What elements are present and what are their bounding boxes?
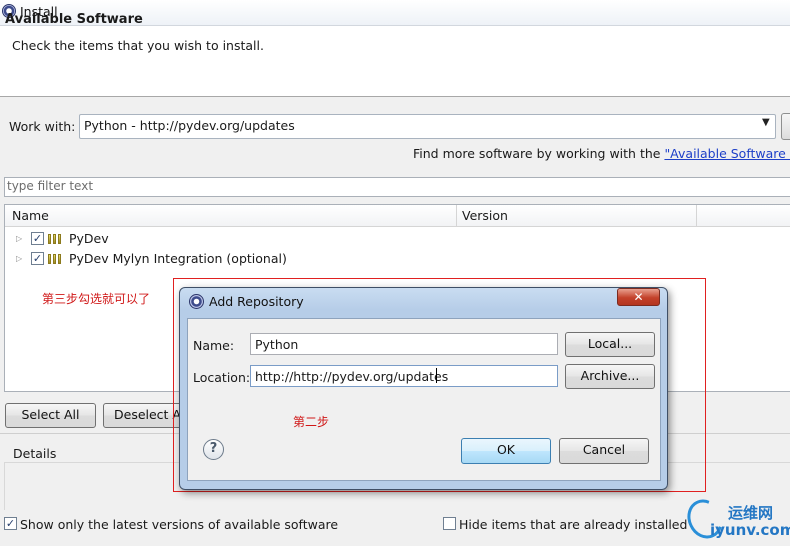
tree-row-label[interactable]: PyDev [69, 231, 109, 246]
cancel-button[interactable]: Cancel [559, 438, 649, 464]
location-label: Location: [193, 370, 251, 385]
available-software-sites-link[interactable]: "Available Software Sites [664, 146, 790, 161]
eclipse-dialog-icon [189, 294, 204, 309]
filter-input[interactable] [4, 177, 790, 197]
expand-arrow-icon[interactable]: ▷ [16, 234, 22, 243]
help-icon[interactable]: ? [203, 439, 224, 460]
name-input-value[interactable]: Python [255, 337, 298, 352]
column-header-version[interactable]: Version [462, 208, 508, 223]
annotation-step3: 第三步勾选就可以了 [42, 292, 151, 306]
wizard-header [0, 26, 790, 96]
dropdown-arrow-icon[interactable]: ▼ [762, 117, 770, 128]
watermark-text: 运维网 [728, 504, 774, 522]
hide-installed-checkbox[interactable] [443, 517, 456, 530]
page-title: Available Software [5, 12, 143, 27]
watermark-url: iyunv.com [710, 521, 790, 539]
archive-button[interactable]: Archive... [565, 364, 655, 389]
ok-button[interactable]: OK [461, 438, 551, 464]
pydev-mylyn-checkbox[interactable]: ✓ [31, 252, 44, 265]
hide-installed-label[interactable]: Hide items that are already installed [459, 517, 687, 532]
work-with-value[interactable]: Python - http://pydev.org/updates [84, 118, 295, 133]
find-more-text: Find more software by working with the "… [413, 146, 790, 161]
find-more-label: Find more software by working with the [413, 146, 665, 161]
tree-header [5, 205, 790, 227]
close-icon[interactable]: ✕ [617, 288, 660, 306]
annotation-step2: 第二步 [293, 415, 330, 429]
page-subtitle: Check the items that you wish to install… [12, 38, 264, 53]
local-button[interactable]: Local... [565, 332, 655, 357]
expand-arrow-icon[interactable]: ▷ [16, 254, 22, 263]
column-divider [696, 205, 697, 227]
work-with-label: Work with: [9, 119, 76, 134]
show-latest-label[interactable]: Show only the latest versions of availab… [20, 517, 338, 532]
tree-row-label[interactable]: PyDev Mylyn Integration (optional) [69, 251, 287, 266]
details-label: Details [13, 446, 57, 461]
dialog-title: Add Repository [209, 294, 304, 309]
filter-placeholder: type filter text [7, 179, 94, 193]
show-latest-checkbox[interactable]: ✓ [4, 517, 17, 530]
column-divider [456, 205, 457, 227]
package-icon [48, 253, 64, 264]
select-all-button[interactable]: Select All [5, 403, 96, 428]
package-icon [48, 233, 64, 244]
location-input-value[interactable]: http://http://pydev.org/updates [255, 369, 448, 384]
name-label: Name: [193, 338, 235, 353]
add-site-button[interactable] [781, 113, 790, 140]
cutoff-row [0, 538, 790, 546]
pydev-checkbox[interactable]: ✓ [31, 232, 44, 245]
text-caret [436, 368, 437, 383]
column-header-name[interactable]: Name [12, 208, 49, 223]
